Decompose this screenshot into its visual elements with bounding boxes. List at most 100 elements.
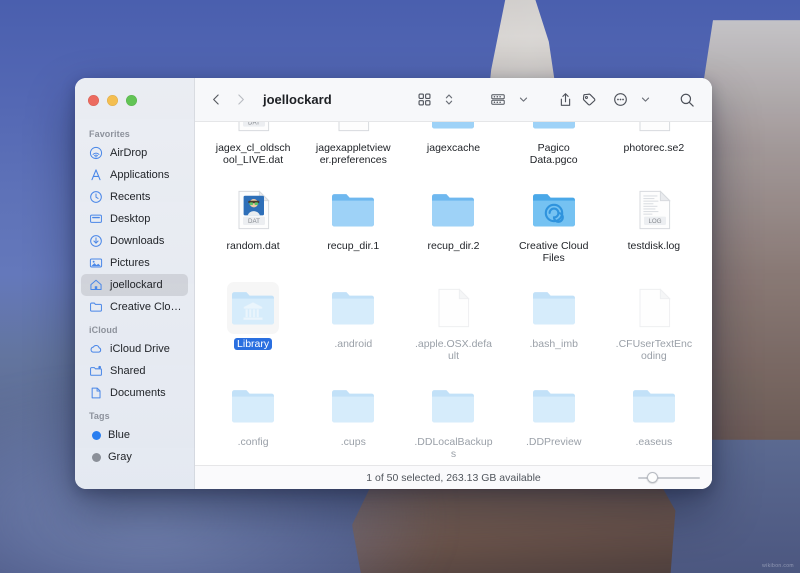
file-grid: DATjagex_cl_oldschool_LIVE.dat jagexapple…: [195, 122, 712, 465]
sidebar: FavoritesAirDropApplicationsRecentsDeskt…: [75, 78, 195, 489]
status-text: 1 of 50 selected, 263.13 GB available: [366, 472, 541, 484]
folder-icon: [89, 300, 103, 314]
sidebar-item-joellockard[interactable]: joellockard: [81, 274, 188, 296]
sidebar-item-label: iCloud Drive: [110, 343, 170, 355]
sidebar-item-downloads[interactable]: Downloads: [81, 230, 188, 252]
file-item[interactable]: Pagico Data.pgco: [504, 122, 604, 166]
file-item[interactable]: DAT random.dat: [203, 180, 303, 264]
sidebar-item-airdrop[interactable]: AirDrop: [81, 142, 188, 164]
folder-icon: [531, 287, 577, 329]
status-bar: 1 of 50 selected, 263.13 GB available: [195, 465, 712, 489]
tag-button[interactable]: [578, 89, 600, 111]
group-by-chevron-button[interactable]: [512, 89, 534, 111]
document-log-icon: LOG: [631, 189, 677, 231]
file-item-label: jagexappletviewer.preferences: [310, 142, 396, 166]
file-item-label: .CFUserTextEncoding: [611, 338, 697, 362]
forward-button[interactable]: [229, 88, 251, 112]
sidebar-item-label: Recents: [110, 191, 150, 203]
file-item-label: .DDPreview: [523, 436, 584, 448]
more-actions-button[interactable]: [609, 89, 631, 111]
file-item-label: Library: [234, 338, 272, 350]
file-item[interactable]: photorec.se2: [604, 122, 704, 166]
folder-icon: [427, 184, 479, 236]
window-controls: [75, 78, 194, 122]
sidebar-item-pictures[interactable]: Pictures: [81, 252, 188, 274]
search-icon: [679, 92, 695, 108]
minimize-button[interactable]: [107, 95, 118, 106]
sidebar-item-desktop[interactable]: Desktop: [81, 208, 188, 230]
slider-knob[interactable]: [647, 472, 658, 483]
chevron-down-icon: [641, 95, 650, 104]
document-dat-icon: DAT: [230, 122, 276, 133]
file-item[interactable]: Library: [203, 278, 303, 362]
document-icon: [631, 122, 677, 133]
close-button[interactable]: [88, 95, 99, 106]
icon-view-button[interactable]: [413, 89, 435, 111]
desktop-icon: [89, 212, 103, 226]
file-item[interactable]: jagexcache: [403, 122, 503, 166]
file-item[interactable]: .android: [303, 278, 403, 362]
share-button[interactable]: [554, 89, 576, 111]
sidebar-item-recents[interactable]: Recents: [81, 186, 188, 208]
file-item[interactable]: LOGtestdisk.log: [604, 180, 704, 264]
file-item[interactable]: .config: [203, 376, 303, 460]
file-item[interactable]: .apple.OSX.default: [403, 278, 503, 362]
sidebar-item-applications[interactable]: Applications: [81, 164, 188, 186]
file-grid-area[interactable]: DATjagex_cl_oldschool_LIVE.dat jagexapple…: [195, 122, 712, 465]
folder-icon: [327, 282, 379, 334]
zoom-button[interactable]: [126, 95, 137, 106]
back-button[interactable]: [205, 88, 227, 112]
folder-icon: [430, 122, 476, 133]
folder-creative-cloud-icon: [528, 184, 580, 236]
pictures-icon: [89, 256, 103, 270]
folder-icon: [528, 282, 580, 334]
tag-icon: [581, 92, 597, 107]
sidebar-item-creative-clo[interactable]: Creative Clo…: [81, 296, 188, 318]
file-item[interactable]: recup_dir.2: [403, 180, 503, 264]
document-log-icon: LOG: [628, 184, 680, 236]
more-actions-chevron-button[interactable]: [634, 89, 656, 111]
file-item[interactable]: .DDPreview: [504, 376, 604, 460]
folder-creative-cloud-icon: [531, 189, 577, 231]
document-icon: [628, 282, 680, 334]
file-item[interactable]: jagexappletviewer.preferences: [303, 122, 403, 166]
file-item[interactable]: .CFUserTextEncoding: [604, 278, 704, 362]
document-icon: [89, 386, 103, 400]
file-item[interactable]: Creative Cloud Files: [504, 180, 604, 264]
group-by-button[interactable]: [487, 89, 509, 111]
icon-size-slider[interactable]: [638, 472, 700, 484]
sidebar-item-icloud-drive[interactable]: iCloud Drive: [81, 338, 188, 360]
stepper-icon: [444, 92, 454, 107]
folder-icon: [631, 385, 677, 427]
sidebar-item-blue[interactable]: Blue: [81, 424, 188, 446]
sidebar-item-label: Gray: [108, 451, 132, 463]
page-title: joellockard: [263, 92, 332, 107]
folder-icon: [427, 380, 479, 432]
svg-text:DAT: DAT: [248, 218, 260, 225]
file-item-label: .cups: [338, 436, 369, 448]
folder-icon: [528, 122, 580, 138]
download-icon: [89, 234, 103, 248]
file-item-label: recup_dir.2: [425, 240, 483, 252]
file-item[interactable]: .easeus: [604, 376, 704, 460]
view-stepper-button[interactable]: [438, 89, 460, 111]
sidebar-item-shared[interactable]: Shared: [81, 360, 188, 382]
document-icon: [327, 122, 379, 138]
document-avatar-dat-icon: DAT: [227, 184, 279, 236]
sidebar-item-gray[interactable]: Gray: [81, 446, 188, 468]
ellipsis-circle-icon: [613, 92, 628, 107]
folder-icon: [427, 122, 479, 138]
file-item[interactable]: .cups: [303, 376, 403, 460]
file-item[interactable]: .bash_imb: [504, 278, 604, 362]
group-by-control-group: [480, 89, 541, 111]
file-item[interactable]: .DDLocalBackups: [403, 376, 503, 460]
file-item-label: random.dat: [224, 240, 283, 252]
search-button[interactable]: [676, 89, 698, 111]
file-item[interactable]: DATjagex_cl_oldschool_LIVE.dat: [203, 122, 303, 166]
folder-icon: [230, 385, 276, 427]
file-item[interactable]: recup_dir.1: [303, 180, 403, 264]
folder-icon: [330, 287, 376, 329]
sidebar-item-label: Creative Clo…: [110, 301, 182, 313]
toolbar: joellockard: [195, 78, 712, 122]
sidebar-item-documents[interactable]: Documents: [81, 382, 188, 404]
